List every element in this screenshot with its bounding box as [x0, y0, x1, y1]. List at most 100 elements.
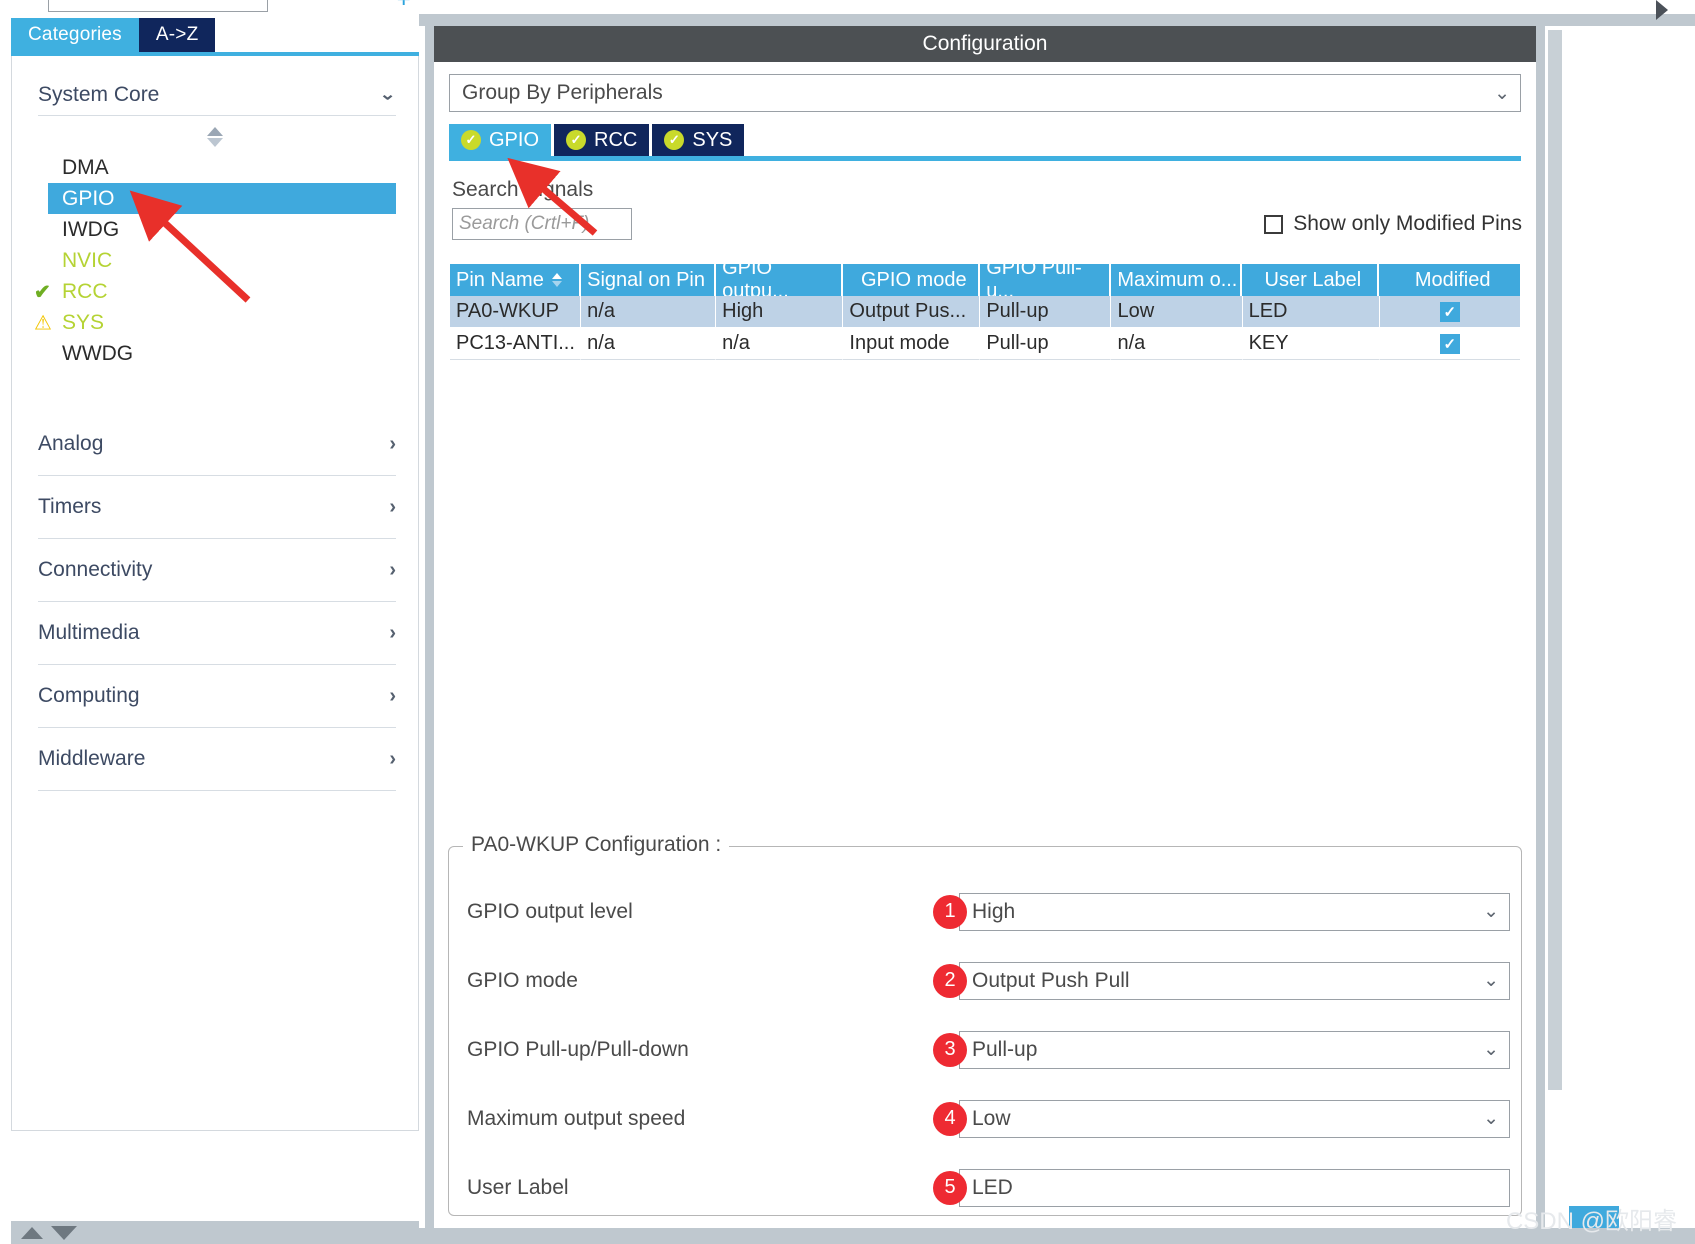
cell-modified[interactable]: ✓ — [1379, 296, 1520, 328]
tab-sys[interactable]: ✓ SYS — [652, 124, 745, 156]
configuration-title-bar: Configuration — [434, 26, 1536, 62]
chevron-right-icon[interactable]: › — [389, 685, 396, 708]
chevron-down-icon[interactable]: ⌄ — [1483, 1107, 1499, 1130]
chevron-down-icon[interactable]: ⌄ — [1483, 969, 1499, 992]
annotation-badge-4: 4 — [933, 1101, 967, 1136]
sidebar-item-iwdg[interactable]: IWDG — [12, 214, 418, 245]
page-title: Configuration — [922, 32, 1048, 55]
column-header-maximum-output[interactable]: Maximum o... — [1111, 264, 1243, 296]
cell-user-label[interactable]: KEY — [1242, 328, 1380, 360]
chevron-right-icon[interactable]: › — [389, 559, 396, 582]
tab-categories[interactable]: Categories — [11, 18, 139, 52]
cell-user-label[interactable]: LED — [1242, 296, 1380, 328]
sidebar-item-gpio-label: GPIO — [62, 186, 115, 210]
expand-plus-icon[interactable]: ✛ — [397, 0, 411, 9]
tab-a-to-z[interactable]: A->Z — [138, 18, 216, 52]
sidebar-item-dma-label: DMA — [62, 155, 109, 179]
search-signals-input[interactable]: Search (Crtl+F) — [452, 208, 632, 240]
sidebar-item-dma[interactable]: DMA — [12, 152, 418, 183]
cell-gpio-pullup[interactable]: Pull-up — [980, 328, 1112, 360]
sidebar-item-gpio[interactable]: GPIO — [48, 183, 396, 214]
checkbox-checked-icon[interactable]: ✓ — [1439, 301, 1460, 322]
gpio-mode-select[interactable]: Output Push Pull ⌄ — [959, 961, 1510, 1000]
sort-toggle-icon[interactable] — [203, 124, 227, 150]
cell-gpio-mode[interactable]: Input mode — [843, 328, 981, 360]
chevron-down-icon[interactable]: ⌄ — [1483, 900, 1499, 923]
category-multimedia[interactable]: Multimedia › — [38, 602, 396, 665]
check-circle-icon: ✓ — [664, 130, 685, 150]
scroll-up-icon[interactable] — [21, 1227, 43, 1239]
cell-gpio-output[interactable]: n/a — [716, 328, 844, 360]
tab-gpio-label: GPIO — [489, 128, 540, 151]
tab-categories-label: Categories — [28, 24, 122, 45]
column-header-user-label[interactable]: User Label — [1242, 264, 1380, 296]
sidebar-tabs: Categories A->Z — [11, 18, 216, 52]
column-header-pin-name[interactable]: Pin Name — [450, 264, 582, 296]
cell-gpio-pullup[interactable]: Pull-up — [980, 296, 1112, 328]
sort-indicator-icon[interactable] — [551, 273, 562, 287]
gpio-pullup-pulldown-select[interactable]: Pull-up ⌄ — [959, 1030, 1510, 1069]
chevron-right-icon[interactable]: › — [389, 622, 396, 645]
column-header-gpio-pullup[interactable]: GPIO Pull-u... — [980, 257, 1112, 302]
cell-gpio-mode[interactable]: Output Pus... — [843, 296, 981, 328]
sidebar-item-wwdg[interactable]: WWDG — [12, 338, 418, 369]
table-row[interactable]: PC13-ANTI... n/a n/a Input mode Pull-up … — [450, 328, 1520, 360]
column-header-gpio-mode[interactable]: GPIO mode — [843, 264, 981, 296]
chevron-down-icon[interactable]: ⌄ — [1483, 1038, 1499, 1061]
gpio-output-level-select[interactable]: High ⌄ — [959, 892, 1510, 931]
category-timers[interactable]: Timers › — [38, 476, 396, 539]
sort-ascending-icon — [207, 127, 223, 136]
category-middleware[interactable]: Middleware › — [38, 728, 396, 791]
scroll-right-icon[interactable] — [1656, 0, 1668, 20]
field-gpio-output-level: GPIO output level 1 High ⌄ — [449, 877, 1521, 946]
chevron-down-icon[interactable]: ⌄ — [1494, 82, 1510, 105]
user-label-input[interactable]: LED — [959, 1168, 1510, 1207]
group-by-select[interactable]: Group By Peripherals ⌄ — [449, 74, 1521, 112]
pin-configuration-rows: GPIO output level 1 High ⌄ GPIO mode 2 O… — [449, 877, 1521, 1222]
sidebar-item-nvic-label: NVIC — [62, 248, 113, 272]
scroll-down-icon[interactable] — [51, 1226, 77, 1240]
checkbox-icon[interactable] — [1264, 214, 1284, 234]
checkbox-checked-icon[interactable]: ✓ — [1439, 333, 1460, 354]
sidebar-item-sys[interactable]: ⚠ SYS — [12, 307, 418, 338]
cell-maximum-output[interactable]: n/a — [1111, 328, 1243, 360]
tab-gpio[interactable]: ✓ GPIO — [449, 124, 552, 156]
search-signals-label: Search Signals — [452, 178, 594, 201]
field-gpio-output-level-label: GPIO output level — [467, 899, 633, 923]
cell-gpio-output[interactable]: High — [716, 296, 844, 328]
show-only-modified-toggle[interactable]: Show only Modified Pins — [1264, 212, 1522, 236]
field-gpio-mode-label: GPIO mode — [467, 968, 578, 992]
column-header-signal-on-pin[interactable]: Signal on Pin — [581, 264, 717, 296]
field-maximum-output-speed: Maximum output speed 4 Low ⌄ — [449, 1084, 1521, 1153]
vertical-scrollbar[interactable] — [1548, 30, 1562, 1090]
column-header-gpio-output[interactable]: GPIO outpu... — [716, 257, 844, 302]
cell-modified[interactable]: ✓ — [1379, 328, 1520, 360]
column-header-pin-name-label: Pin Name — [456, 268, 544, 291]
tab-rcc-label: RCC — [594, 128, 638, 151]
category-computing[interactable]: Computing › — [38, 665, 396, 728]
group-system-core[interactable]: System Core ⌄ — [38, 74, 396, 116]
sidebar-item-nvic[interactable]: NVIC — [12, 245, 418, 276]
sidebar-search-input[interactable] — [48, 0, 268, 12]
chevron-right-icon[interactable]: › — [389, 496, 396, 519]
chevron-right-icon[interactable]: › — [389, 433, 396, 456]
category-analog[interactable]: Analog › — [38, 413, 396, 476]
maximum-output-speed-select[interactable]: Low ⌄ — [959, 1099, 1510, 1138]
tab-rcc[interactable]: ✓ RCC — [554, 124, 650, 156]
peripheral-list: DMA GPIO IWDG NVIC ✔ RCC ⚠ SYS WWDG — [12, 152, 418, 369]
table-row[interactable]: PA0-WKUP n/a High Output Pus... Pull-up … — [450, 296, 1520, 328]
pin-configuration-group: PA0-WKUP Configuration : GPIO output lev… — [448, 833, 1522, 1216]
gpio-output-level-value: High — [972, 899, 1016, 923]
sidebar-item-rcc[interactable]: ✔ RCC — [12, 276, 418, 307]
column-header-modified[interactable]: Modified — [1379, 264, 1520, 296]
category-connectivity-label: Connectivity — [38, 558, 153, 581]
show-only-modified-label: Show only Modified Pins — [1293, 212, 1522, 235]
category-list: Analog › Timers › Connectivity › Multime… — [12, 413, 418, 791]
sidebar-scroll-controls[interactable] — [11, 1221, 419, 1244]
chevron-down-icon[interactable]: ⌄ — [379, 85, 396, 105]
cell-maximum-output[interactable]: Low — [1111, 296, 1243, 328]
field-gpio-pullup-pulldown: GPIO Pull-up/Pull-down 3 Pull-up ⌄ — [449, 1015, 1521, 1084]
chevron-right-icon[interactable]: › — [389, 748, 396, 771]
field-gpio-mode: GPIO mode 2 Output Push Pull ⌄ — [449, 946, 1521, 1015]
category-connectivity[interactable]: Connectivity › — [38, 539, 396, 602]
